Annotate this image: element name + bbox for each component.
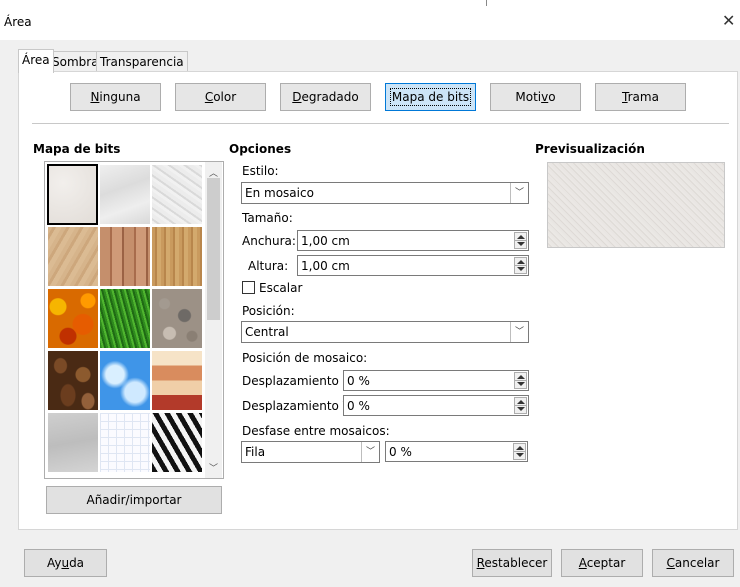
scroll-down-icon[interactable]: ﹀ (209, 461, 218, 474)
bitmap-gallery[interactable] (44, 161, 224, 479)
add-import-button[interactable]: Añadir/importar (46, 486, 222, 514)
bitmap-tile-pebbles[interactable] (152, 289, 202, 348)
fill-gradient-button[interactable]: Degradado (280, 83, 371, 111)
window-title: Área (4, 15, 32, 29)
options-heading: Opciones (229, 142, 292, 156)
bitmap-tile-paper-crumpled[interactable] (152, 165, 202, 224)
style-value: En mosaico (245, 186, 314, 200)
chevron-down-icon: ﹀ (510, 183, 528, 203)
gallery-scroll-thumb[interactable] (207, 178, 220, 320)
tile-offset-type-value: Fila (245, 445, 266, 459)
reset-label: Restablecer (476, 556, 548, 570)
scale-checkbox[interactable] (242, 281, 255, 294)
bitmap-tile-concrete[interactable] (48, 413, 98, 472)
chevron-down-icon: ﹀ (510, 322, 528, 342)
bitmap-heading: Mapa de bits (33, 142, 121, 156)
position-value: Central (245, 325, 289, 339)
spin-arrows-icon[interactable] (514, 257, 527, 274)
bitmap-tile-maple-leaves[interactable] (48, 289, 98, 348)
help-label: Ayuda (46, 556, 85, 570)
tab-area[interactable]: Área (18, 49, 54, 73)
fill-hatch-button[interactable]: Trama (595, 83, 686, 111)
position-dropdown[interactable]: Central ﹀ (241, 321, 529, 343)
position-label: Posición: (242, 304, 295, 318)
chevron-down-icon: ﹀ (361, 442, 379, 462)
height-spinbox[interactable]: 1,00 cm (297, 255, 529, 276)
bitmap-tile-wooden-board[interactable] (152, 227, 202, 286)
width-spinbox[interactable]: 1,00 cm (297, 230, 529, 251)
preview-image (547, 162, 725, 248)
width-value: 1,00 cm (301, 234, 350, 248)
style-dropdown[interactable]: En mosaico ﹀ (241, 182, 529, 204)
tab-sombra[interactable]: Sombra (48, 51, 103, 73)
style-label: Estilo: (242, 164, 279, 178)
fill-hatch-label: Trama (622, 90, 659, 104)
scroll-up-icon[interactable]: ︿ (209, 166, 218, 179)
bitmap-tile-parchment[interactable] (48, 227, 98, 286)
bitmap-tile-lawn[interactable] (100, 289, 150, 348)
fill-bitmap-label: Mapa de bits (389, 88, 472, 106)
offset-y-value: 0 % (347, 399, 370, 413)
ok-button[interactable]: Aceptar (561, 549, 643, 577)
tile-position-label: Posición de mosaico: (242, 351, 368, 365)
width-label: Anchura: (242, 234, 296, 248)
spin-arrows-icon[interactable] (514, 397, 527, 414)
tile-offset-value: 0 % (389, 445, 412, 459)
bitmap-tile-zebra[interactable] (152, 413, 202, 472)
bitmap-tile-fence[interactable] (100, 227, 150, 286)
tile-offset-spinbox[interactable]: 0 % (385, 441, 528, 462)
height-value: 1,00 cm (301, 259, 350, 273)
spin-arrows-icon[interactable] (514, 372, 527, 389)
spin-arrows-icon[interactable] (514, 232, 527, 249)
scale-label: Escalar (259, 281, 303, 295)
fill-color-label: Color (204, 90, 237, 104)
help-button[interactable]: Ayuda (24, 549, 107, 577)
preview-heading: Previsualización (535, 142, 645, 156)
close-icon[interactable]: ✕ (722, 11, 735, 31)
offset-y-spinbox[interactable]: 0 % (343, 395, 529, 416)
fill-gradient-label: Degradado (292, 90, 359, 104)
offset-x-value: 0 % (347, 374, 370, 388)
title-divider (486, 0, 487, 6)
ok-label: Aceptar (578, 556, 626, 570)
cancel-label: Cancelar (666, 556, 720, 570)
offset-x-label: Desplazamiento X: (242, 374, 355, 388)
fill-none-label: Ninguna (90, 90, 141, 104)
offset-y-label: Desplazamiento Y: (242, 399, 353, 413)
offset-x-spinbox[interactable]: 0 % (343, 370, 529, 391)
bitmap-tile-painted-white[interactable] (47, 164, 98, 225)
height-label: Altura: (248, 259, 289, 273)
tile-offset-label: Desfase entre mosaicos: (242, 424, 390, 438)
title-bar: Área ✕ (0, 0, 740, 40)
size-label: Tamaño: (242, 211, 293, 225)
tab-transparencia[interactable]: Transparencia (96, 51, 188, 73)
tile-offset-type-dropdown[interactable]: Fila ﹀ (241, 441, 380, 463)
bitmap-tile-coffee-beans[interactable] (48, 351, 98, 410)
fill-pattern-button[interactable]: Motivo (490, 83, 581, 111)
bitmap-tile-paper-texture[interactable] (100, 165, 150, 224)
reset-button[interactable]: Restablecer (472, 549, 552, 577)
bitmap-tile-paper-graph[interactable] (100, 413, 150, 472)
fill-color-button[interactable]: Color (175, 83, 266, 111)
fill-pattern-label: Motivo (515, 90, 556, 104)
spin-arrows-icon[interactable] (513, 443, 526, 460)
cancel-button[interactable]: Cancelar (652, 549, 734, 577)
separator (32, 123, 729, 124)
fill-bitmap-button[interactable]: Mapa de bits (385, 83, 476, 111)
bitmap-tile-color-stripes[interactable] (152, 351, 202, 410)
bitmap-tile-clouds[interactable] (100, 351, 150, 410)
fill-none-button[interactable]: Ninguna (70, 83, 161, 111)
